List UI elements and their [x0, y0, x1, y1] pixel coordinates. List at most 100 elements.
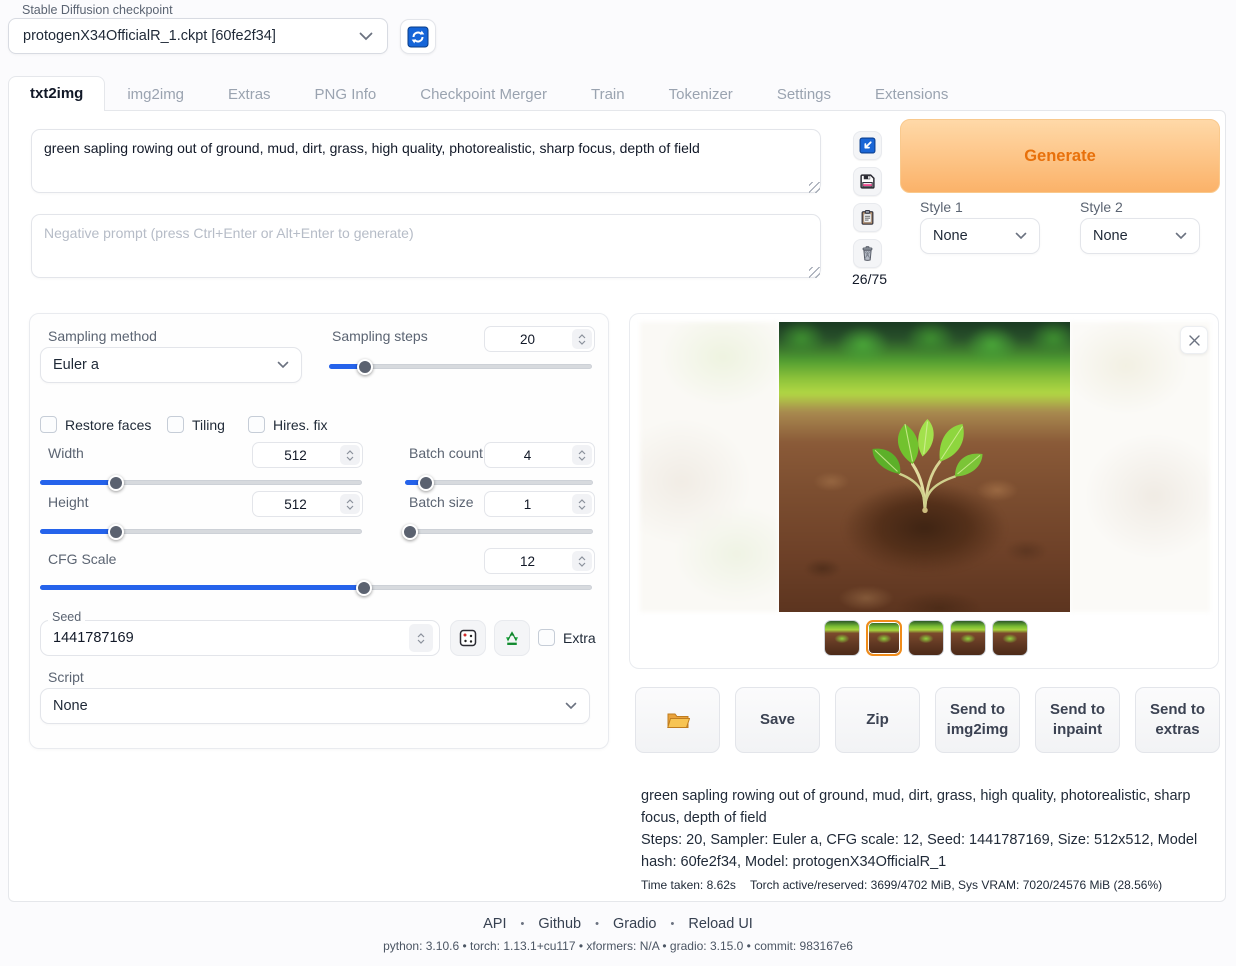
footer-links: API • Github • Gradio • Reload UI: [0, 916, 1236, 932]
style2-dropdown[interactable]: None: [1080, 218, 1200, 254]
cfg-scale-input[interactable]: [484, 548, 595, 574]
tab-train[interactable]: Train: [569, 77, 647, 111]
generation-info: green sapling rowing out of ground, mud,…: [641, 785, 1220, 902]
send-to-extras-button[interactable]: Send to extras: [1135, 687, 1220, 753]
cfg-scale-spinner[interactable]: [572, 551, 592, 571]
sampling-method-label: Sampling method: [48, 328, 157, 344]
width-spinner[interactable]: [340, 445, 360, 465]
prompt-tools: [853, 131, 883, 268]
tab-settings[interactable]: Settings: [755, 77, 853, 111]
batch-size-spinner[interactable]: [572, 494, 592, 514]
chevron-down-icon: [1015, 232, 1027, 240]
tiling-label: Tiling: [192, 417, 225, 433]
batch-size-label: Batch size: [409, 494, 474, 510]
hires-fix-checkbox[interactable]: Hires. fix: [248, 416, 327, 433]
read-generation-params-button[interactable]: [853, 131, 882, 160]
seed-value[interactable]: [41, 630, 407, 646]
tiling-checkbox[interactable]: Tiling: [167, 416, 225, 433]
tab-tokenizer[interactable]: Tokenizer: [647, 77, 755, 111]
slider-handle[interactable]: [357, 359, 373, 375]
cfg-scale-slider[interactable]: [40, 579, 592, 595]
api-link[interactable]: API: [483, 916, 506, 932]
restore-faces-checkbox[interactable]: Restore faces: [40, 416, 151, 433]
checkbox-box[interactable]: [248, 416, 265, 433]
tab-img2img[interactable]: img2img: [105, 77, 206, 111]
chevron-down-icon: [565, 702, 577, 710]
tab-png-info[interactable]: PNG Info: [293, 77, 399, 111]
send-to-inpaint-button[interactable]: Send to inpaint: [1035, 687, 1120, 753]
sampling-steps-label: Sampling steps: [332, 328, 428, 344]
batch-count-input[interactable]: [484, 442, 595, 468]
cfg-scale-value[interactable]: [485, 554, 570, 569]
height-slider[interactable]: [40, 523, 362, 539]
apply-style-button[interactable]: [853, 203, 882, 232]
width-input[interactable]: [252, 442, 363, 468]
prompt-resize-handle[interactable]: [809, 182, 820, 193]
generated-image[interactable]: [779, 322, 1070, 612]
sampling-steps-slider[interactable]: [329, 358, 592, 374]
batch-size-slider[interactable]: [405, 523, 593, 539]
random-seed-button[interactable]: [450, 620, 486, 656]
script-dropdown[interactable]: None: [40, 688, 590, 724]
batch-count-slider[interactable]: [405, 474, 593, 490]
tab-checkpoint-merger[interactable]: Checkpoint Merger: [398, 77, 569, 111]
refresh-checkpoints-button[interactable]: [400, 19, 436, 54]
checkbox-box[interactable]: [40, 416, 57, 433]
gallery-thumbnail-2-selected[interactable]: [866, 620, 902, 656]
tab-extras[interactable]: Extras: [206, 77, 293, 111]
gallery-thumbnail-4[interactable]: [950, 620, 986, 656]
save-button[interactable]: Save: [735, 687, 820, 753]
checkpoint-dropdown[interactable]: protogenX34OfficialR_1.ckpt [60fe2f34]: [8, 18, 388, 54]
width-value[interactable]: [253, 448, 338, 463]
gallery-thumbnail-5[interactable]: [992, 620, 1028, 656]
batch-count-label: Batch count: [409, 445, 483, 461]
extra-seed-checkbox[interactable]: Extra: [538, 629, 596, 646]
seed-spinner[interactable]: [409, 624, 433, 652]
width-slider[interactable]: [40, 474, 362, 490]
height-input[interactable]: [252, 491, 363, 517]
sampling-steps-spinner[interactable]: [572, 329, 592, 349]
clear-prompt-button[interactable]: [853, 239, 882, 268]
batch-count-value[interactable]: [485, 448, 570, 463]
generation-settings-panel: Sampling method Euler a Sampling steps R…: [29, 313, 609, 749]
gradio-link[interactable]: Gradio: [613, 916, 657, 932]
batch-size-value[interactable]: [485, 497, 570, 512]
zip-button[interactable]: Zip: [835, 687, 920, 753]
prompt-input[interactable]: green sapling rowing out of ground, mud,…: [31, 129, 821, 193]
height-spinner[interactable]: [340, 494, 360, 514]
height-value[interactable]: [253, 497, 338, 512]
sampling-steps-input[interactable]: [484, 326, 595, 352]
open-folder-button[interactable]: [635, 687, 720, 753]
negative-prompt-resize-handle[interactable]: [809, 267, 820, 278]
slider-handle[interactable]: [356, 580, 372, 596]
txt2img-panel: green sapling rowing out of ground, mud,…: [8, 110, 1226, 902]
checkbox-box[interactable]: [167, 416, 184, 433]
seed-field[interactable]: [40, 620, 440, 656]
refresh-icon: [407, 26, 429, 48]
slider-handle[interactable]: [108, 524, 124, 540]
slider-handle[interactable]: [108, 475, 124, 491]
tab-extensions[interactable]: Extensions: [853, 77, 970, 111]
checkbox-box[interactable]: [538, 629, 555, 646]
gallery-thumbnail-1[interactable]: [824, 620, 860, 656]
send-to-img2img-button[interactable]: Send to img2img: [935, 687, 1020, 753]
generate-button[interactable]: Generate: [900, 119, 1220, 193]
script-label: Script: [48, 669, 84, 685]
save-style-button[interactable]: [853, 167, 882, 196]
reuse-seed-button[interactable]: [494, 620, 530, 656]
github-link[interactable]: Github: [538, 916, 581, 932]
slider-handle[interactable]: [402, 524, 418, 540]
gallery-thumbnail-3[interactable]: [908, 620, 944, 656]
batch-count-spinner[interactable]: [572, 445, 592, 465]
gallery-backdrop-left: [640, 322, 778, 612]
sampling-method-dropdown[interactable]: Euler a: [40, 347, 302, 383]
reload-ui-link[interactable]: Reload UI: [688, 916, 752, 932]
tab-txt2img[interactable]: txt2img: [8, 76, 105, 111]
style1-dropdown[interactable]: None: [920, 218, 1040, 254]
main-tabs: txt2img img2img Extras PNG Info Checkpoi…: [8, 76, 970, 111]
close-gallery-button[interactable]: [1180, 326, 1208, 354]
sampling-steps-value[interactable]: [485, 332, 570, 347]
slider-handle[interactable]: [418, 475, 434, 491]
negative-prompt-input[interactable]: [31, 214, 821, 278]
batch-size-input[interactable]: [484, 491, 595, 517]
